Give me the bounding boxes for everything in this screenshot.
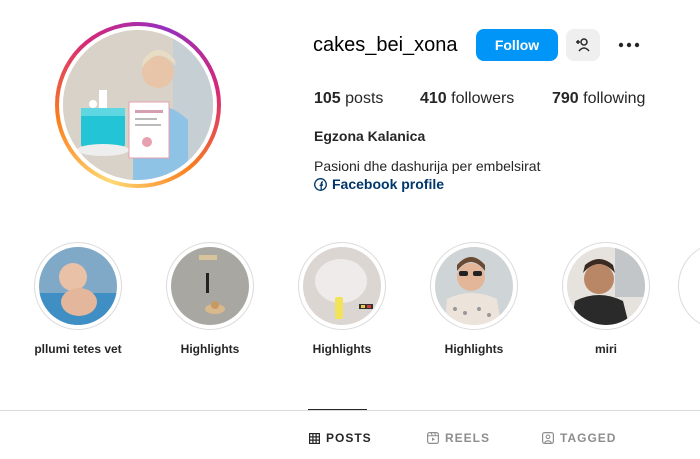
highlight-label: pllumi tetes vet [34,342,122,356]
followers-count: 410 [420,90,447,107]
posts-label: posts [345,90,384,107]
tab-tagged[interactable]: TAGGED [542,431,616,445]
username: cakes_bei_xona [313,34,458,56]
highlight-item[interactable]: Highlights [414,242,534,356]
highlight-cover [39,247,117,325]
more-icon [618,42,640,48]
following-stat[interactable]: 790 following [552,90,645,108]
facebook-profile-link[interactable]: Facebook profile [314,176,444,192]
follow-button[interactable]: Follow [476,29,558,61]
tab-reels-label: REELS [445,431,491,445]
followers-stat[interactable]: 410 followers [420,90,514,108]
highlight-label: Highlights [444,342,504,356]
suggested-accounts-button[interactable] [566,29,600,61]
facebook-icon [314,177,327,191]
highlight-item[interactable]: miri [546,242,666,356]
tab-reels[interactable]: REELS [427,431,490,445]
highlight-cover [171,247,249,325]
highlight-label: Highlights [312,342,372,356]
following-count: 790 [552,90,579,107]
reels-icon [427,432,439,444]
highlight-cover [303,247,381,325]
tab-tagged-label: TAGGED [560,431,617,445]
bio-text: Pasioni dhe dashurija per embelsirat [314,158,541,174]
highlight-cover [435,247,513,325]
active-tab-indicator [308,409,367,410]
highlight-cover [567,247,645,325]
full-name: Egzona Kalanica [314,128,426,144]
highlight-label: Highlights [180,342,240,356]
highlights-row: pllumi tetes vet Highlights Highlights H… [0,242,700,362]
tab-posts-label: POSTS [326,431,372,445]
highlight-item[interactable]: Highlights [282,242,402,356]
tagged-icon [542,432,554,444]
highlight-label: miri [594,342,617,356]
add-person-icon [576,38,590,52]
more-options-button[interactable] [612,29,646,61]
highlight-item-partial[interactable] [678,242,700,330]
highlight-item[interactable]: pllumi tetes vet [18,242,138,356]
posts-stat: 105 posts [314,90,383,108]
facebook-link-label: Facebook profile [332,176,445,192]
posts-count: 105 [314,90,341,107]
followers-label: followers [451,90,515,107]
tab-posts[interactable]: POSTS [309,431,372,445]
following-label: following [583,90,646,107]
highlight-item[interactable]: Highlights [150,242,270,356]
tabs-divider [0,410,700,411]
profile-avatar[interactable] [63,30,213,180]
grid-icon [309,432,320,444]
